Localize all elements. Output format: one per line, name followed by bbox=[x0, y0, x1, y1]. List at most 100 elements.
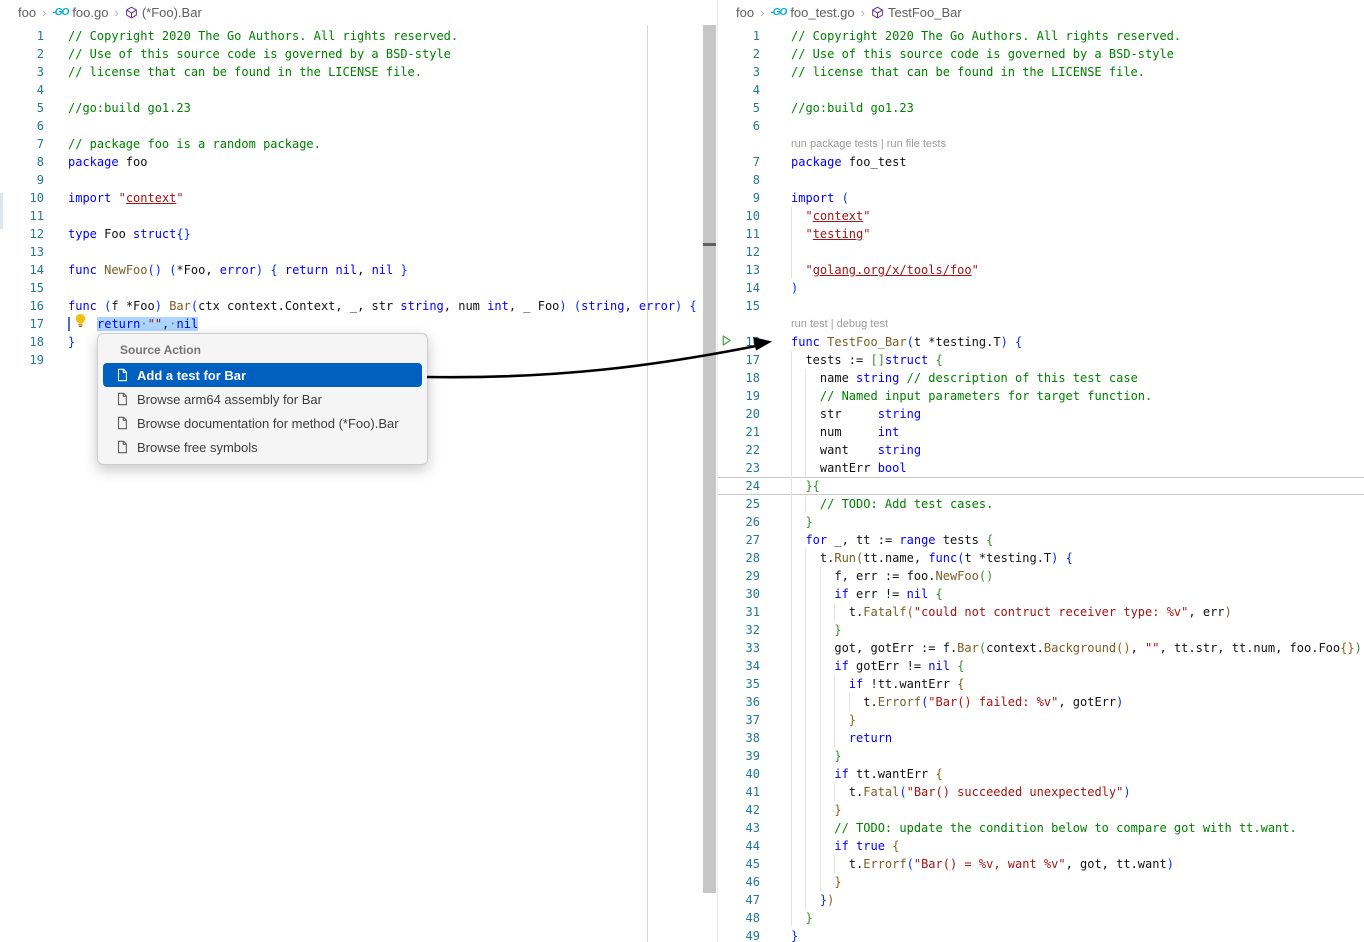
code-line[interactable]: 7package foo_test bbox=[718, 153, 1364, 171]
breadcrumb-item[interactable]: (*Foo).Bar bbox=[125, 5, 202, 20]
menu-item-browse-documentation-for-method-foo-bar[interactable]: Browse documentation for method (*Foo).B… bbox=[98, 411, 427, 435]
line-number: 11 bbox=[30, 209, 44, 223]
codelens-row[interactable]: run test | debug test bbox=[718, 315, 1364, 333]
code-line[interactable]: 36 t.Errorf("Bar() failed: %v", gotErr) bbox=[718, 693, 1364, 711]
code-line[interactable]: 2// Use of this source code is governed … bbox=[718, 45, 1364, 63]
code-line[interactable]: 6 bbox=[718, 117, 1364, 135]
code-line[interactable]: 17 tests := []struct { bbox=[718, 351, 1364, 369]
codelens[interactable]: run package tests | run file tests bbox=[760, 135, 1364, 153]
menu-item-browse-arm64-assembly-for-bar[interactable]: Browse arm64 assembly for Bar bbox=[98, 387, 427, 411]
code-line[interactable]: 47 }) bbox=[718, 891, 1364, 909]
code-line[interactable]: 10import "context" bbox=[0, 189, 703, 207]
code-line[interactable]: 15 bbox=[0, 279, 703, 297]
right-editor-pane[interactable]: foo›-GOfoo_test.go›TestFoo_Bar 1// Copyr… bbox=[717, 0, 1364, 942]
code-line[interactable]: 3// license that can be found in the LIC… bbox=[718, 63, 1364, 81]
code-line[interactable]: 44 if true { bbox=[718, 837, 1364, 855]
gutter: 14 bbox=[0, 261, 44, 279]
code-line[interactable]: 41 t.Fatal("Bar() succeeded unexpectedly… bbox=[718, 783, 1364, 801]
indent-guide bbox=[791, 261, 792, 279]
menu-item-browse-free-symbols[interactable]: Browse free symbols bbox=[98, 435, 427, 459]
code-line[interactable]: 1// Copyright 2020 The Go Authors. All r… bbox=[0, 27, 703, 45]
code-line[interactable]: 7// package foo is a random package. bbox=[0, 135, 703, 153]
code-line[interactable]: 37 } bbox=[718, 711, 1364, 729]
code-line[interactable]: 11 "testing" bbox=[718, 225, 1364, 243]
code-line[interactable]: 33 got, gotErr := f.Bar(context.Backgrou… bbox=[718, 639, 1364, 657]
code-line[interactable]: 2// Use of this source code is governed … bbox=[0, 45, 703, 63]
code-line[interactable]: 40 if tt.wantErr { bbox=[718, 765, 1364, 783]
breadcrumb-item[interactable]: -GOfoo_test.go bbox=[770, 5, 854, 20]
code-line[interactable]: 3// license that can be found in the LIC… bbox=[0, 63, 703, 81]
menu-item-add-a-test-for-bar[interactable]: Add a test for Bar bbox=[103, 363, 422, 387]
code-line[interactable]: 32 } bbox=[718, 621, 1364, 639]
code-line[interactable]: 17return·"",·nil bbox=[0, 315, 703, 333]
code-line[interactable]: 5//go:build go1.23 bbox=[718, 99, 1364, 117]
code-line[interactable]: 25 // TODO: Add test cases. bbox=[718, 495, 1364, 513]
code-editor-foo-test-go[interactable]: 1// Copyright 2020 The Go Authors. All r… bbox=[718, 25, 1364, 942]
code-line[interactable]: 12type Foo struct{} bbox=[0, 225, 703, 243]
code-line[interactable]: 4 bbox=[0, 81, 703, 99]
code-line[interactable]: 14) bbox=[718, 279, 1364, 297]
code-line[interactable]: 49} bbox=[718, 927, 1364, 942]
code-line[interactable]: 5//go:build go1.23 bbox=[0, 99, 703, 117]
code-line[interactable]: 10 "context" bbox=[718, 207, 1364, 225]
code-line[interactable]: 6 bbox=[0, 117, 703, 135]
code-line[interactable]: 39 } bbox=[718, 747, 1364, 765]
code-line[interactable]: 21 num int bbox=[718, 423, 1364, 441]
code-line[interactable]: 26 } bbox=[718, 513, 1364, 531]
gutter: 44 bbox=[718, 837, 760, 855]
code-line[interactable]: 4 bbox=[718, 81, 1364, 99]
left-editor-pane[interactable]: foo›-GOfoo.go›(*Foo).Bar 1// Copyright 2… bbox=[0, 0, 703, 942]
code-line[interactable]: 8package foo bbox=[0, 153, 703, 171]
lightbulb-icon[interactable] bbox=[73, 313, 88, 333]
gutter: 10 bbox=[0, 189, 44, 207]
code-line[interactable]: 15 bbox=[718, 297, 1364, 315]
code-line[interactable]: 1// Copyright 2020 The Go Authors. All r… bbox=[718, 27, 1364, 45]
code-line[interactable]: 24 }{ bbox=[718, 477, 1364, 495]
code-line[interactable]: 20 str string bbox=[718, 405, 1364, 423]
code-line[interactable]: 8 bbox=[718, 171, 1364, 189]
indent-guide bbox=[820, 711, 821, 729]
code-line[interactable]: 27 for _, tt := range tests { bbox=[718, 531, 1364, 549]
editor-split-sash[interactable] bbox=[703, 25, 716, 893]
code-line[interactable]: 29 f, err := foo.NewFoo() bbox=[718, 567, 1364, 585]
code-line[interactable]: 12 bbox=[718, 243, 1364, 261]
code-line[interactable]: 23 wantErr bool bbox=[718, 459, 1364, 477]
code-line[interactable]: 45 t.Errorf("Bar() = %v, want %v", got, … bbox=[718, 855, 1364, 873]
code-line[interactable]: 42 } bbox=[718, 801, 1364, 819]
breadcrumb-item[interactable]: foo bbox=[736, 5, 754, 20]
indent-guide bbox=[791, 585, 792, 603]
breadcrumb-item[interactable]: foo bbox=[18, 5, 36, 20]
breadcrumb-item[interactable]: -GOfoo.go bbox=[52, 5, 108, 20]
code-line[interactable]: 16func (f *Foo) Bar(ctx context.Context,… bbox=[0, 297, 703, 315]
code-line[interactable]: 14func NewFoo() (*Foo, error) { return n… bbox=[0, 261, 703, 279]
code-line[interactable]: 48 } bbox=[718, 909, 1364, 927]
code-line[interactable]: 46 } bbox=[718, 873, 1364, 891]
new-file-icon bbox=[115, 368, 129, 382]
indent-guide bbox=[791, 819, 792, 837]
line-number: 29 bbox=[746, 569, 760, 583]
run-test-button[interactable] bbox=[720, 334, 733, 352]
code-line[interactable]: 34 if gotErr != nil { bbox=[718, 657, 1364, 675]
breadcrumb-item[interactable]: TestFoo_Bar bbox=[871, 5, 962, 20]
code-line[interactable]: 19 // Named input parameters for target … bbox=[718, 387, 1364, 405]
code-line[interactable]: 30 if err != nil { bbox=[718, 585, 1364, 603]
code-line[interactable]: 11 bbox=[0, 207, 703, 225]
code-line[interactable]: 31 t.Fatalf("could not contruct receiver… bbox=[718, 603, 1364, 621]
code-line[interactable]: 22 want string bbox=[718, 441, 1364, 459]
gutter: 40 bbox=[718, 765, 760, 783]
code-line[interactable]: 13 bbox=[0, 243, 703, 261]
code-line[interactable]: 18 name string // description of this te… bbox=[718, 369, 1364, 387]
code-line[interactable]: 35 if !tt.wantErr { bbox=[718, 675, 1364, 693]
code-line[interactable]: 13 "golang.org/x/tools/foo" bbox=[718, 261, 1364, 279]
codelens[interactable]: run test | debug test bbox=[760, 315, 1364, 333]
code-line[interactable]: 38 return bbox=[718, 729, 1364, 747]
code-line[interactable]: 43 // TODO: update the condition below t… bbox=[718, 819, 1364, 837]
codelens-row[interactable]: run package tests | run file tests bbox=[718, 135, 1364, 153]
code-editor-foo-go[interactable]: 1// Copyright 2020 The Go Authors. All r… bbox=[0, 25, 703, 369]
code-line[interactable]: 9 bbox=[0, 171, 703, 189]
code-line[interactable]: 28 t.Run(tt.name, func(t *testing.T) { bbox=[718, 549, 1364, 567]
line-number: 13 bbox=[30, 245, 44, 259]
code-line[interactable]: 16func TestFoo_Bar(t *testing.T) { bbox=[718, 333, 1364, 351]
code-line[interactable]: 9import ( bbox=[718, 189, 1364, 207]
code-line-text: } bbox=[760, 711, 1364, 729]
